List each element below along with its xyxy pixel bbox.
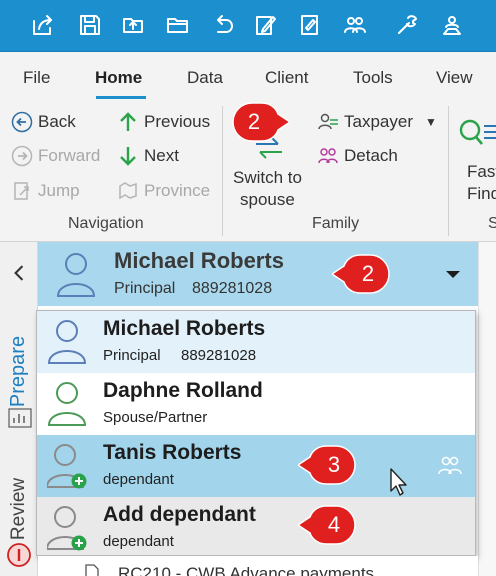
collapse-panel-icon[interactable] (8, 258, 30, 288)
dropdown-item-role: Principal (103, 347, 161, 364)
tab-data[interactable]: Data (187, 68, 223, 88)
tax-person-icon[interactable] (437, 10, 467, 40)
chevron-down-icon[interactable] (442, 264, 464, 284)
dropdown-arrow-icon: ▼ (424, 115, 437, 129)
arrow-down-icon (116, 144, 140, 168)
taxpayer-icon (316, 110, 340, 134)
jump-icon (10, 179, 34, 203)
dropdown-item-name: Tanis Roberts (103, 441, 242, 464)
person-avatar-icon (56, 250, 96, 298)
tab-view[interactable]: View (436, 68, 473, 88)
tab-home[interactable]: Home (95, 68, 142, 88)
taxpayer-name: Michael Roberts (114, 248, 284, 273)
edit-pencil-icon[interactable] (295, 10, 325, 40)
taxpayer-role: Principal (114, 280, 176, 297)
group-label-partial: S (488, 215, 496, 232)
fast-find-button[interactable]: Fast Find (456, 114, 496, 204)
spouse-avatar-icon (47, 379, 87, 427)
fast-find-icon (458, 116, 496, 150)
switch-to-spouse-label-1: Switch to (233, 168, 302, 187)
add-dependant-icon (45, 503, 87, 551)
dropdown-item-role: dependant (103, 533, 174, 550)
forward-arrow-icon (10, 144, 34, 168)
province-button[interactable]: Province (116, 179, 210, 203)
group-separator (222, 106, 223, 236)
next-button[interactable]: Next (116, 144, 179, 168)
left-side-panel: Prepare Review (0, 242, 38, 576)
previous-button[interactable]: Previous (116, 110, 210, 134)
active-tab-indicator (96, 96, 146, 99)
arrow-up-icon (116, 110, 140, 134)
family-group-label: Family (312, 215, 360, 232)
jump-button[interactable]: Jump (10, 179, 80, 203)
detach-dependant-icon[interactable] (437, 453, 463, 477)
taxpayer-dropdown-list: Michael Roberts Principal 889281028 Daph… (36, 310, 476, 556)
export-icon[interactable] (28, 10, 58, 40)
form-list-row-label: RC210 - CWB Advance payments (118, 564, 375, 576)
forward-button[interactable]: Forward (10, 144, 100, 168)
taxpayer-sin: 889281028 (192, 280, 273, 297)
edit-icon[interactable] (251, 10, 281, 40)
fast-find-label-2: Find (467, 184, 496, 203)
dropdown-item-name: Add dependant (103, 503, 256, 526)
form-list-row[interactable]: RC210 - CWB Advance payments (38, 556, 478, 576)
undo-icon[interactable] (208, 10, 238, 40)
dropdown-item-daphne-rolland[interactable]: Daphne Rolland Spouse/Partner (37, 373, 475, 435)
fast-find-label-1: Fast (467, 162, 496, 181)
person-avatar-icon (47, 317, 87, 365)
dropdown-item-sin: 889281028 (181, 347, 257, 364)
dropdown-item-name: Daphne Rolland (103, 379, 263, 402)
detach-icon (316, 144, 340, 168)
open-folder-icon[interactable] (119, 10, 149, 40)
dropdown-item-role: Spouse/Partner (103, 409, 208, 426)
callout-2-header: 2 (332, 254, 390, 294)
taxpayer-selector[interactable]: Michael Roberts Principal 889281028 (38, 242, 478, 306)
save-icon[interactable] (75, 10, 105, 40)
document-icon (84, 564, 100, 576)
mouse-cursor-icon (389, 467, 411, 497)
taxpayer-button[interactable]: Taxpayer ▼ (316, 110, 437, 134)
navigation-group-label: Navigation (68, 215, 144, 232)
folder-icon[interactable] (163, 10, 193, 40)
dependant-avatar-icon (45, 441, 87, 489)
group-separator (448, 106, 449, 236)
tab-review[interactable]: Review (4, 464, 34, 554)
province-icon (116, 179, 140, 203)
dropdown-item-michael-roberts[interactable]: Michael Roberts Principal 889281028 (37, 311, 475, 373)
prepare-chart-icon (8, 408, 32, 428)
dropdown-item-name: Michael Roberts (103, 317, 266, 340)
clients-icon[interactable] (340, 10, 370, 40)
back-arrow-icon (10, 110, 34, 134)
add-dependant-button[interactable]: Add dependant dependant (37, 497, 475, 555)
detach-button[interactable]: Detach (316, 144, 398, 168)
quick-access-toolbar (0, 0, 496, 52)
callout-2-taxpayer: 2 (232, 102, 290, 142)
wrench-icon[interactable] (392, 10, 422, 40)
callout-4-add-dependant: 4 (298, 505, 356, 545)
tab-client[interactable]: Client (265, 68, 308, 88)
dropdown-item-tanis-roberts[interactable]: Tanis Roberts dependant (37, 435, 475, 497)
callout-3-tanis: 3 (298, 445, 356, 485)
back-button[interactable]: Back (10, 110, 76, 134)
tab-file[interactable]: File (23, 68, 50, 88)
switch-to-spouse-label-2: spouse (240, 190, 295, 209)
dropdown-item-role: dependant (103, 471, 174, 488)
review-alert-icon (6, 542, 32, 568)
scrollbar[interactable] (478, 242, 496, 576)
ribbon-tabs: File Home Data Client Tools View (0, 52, 496, 100)
tab-tools[interactable]: Tools (353, 68, 393, 88)
